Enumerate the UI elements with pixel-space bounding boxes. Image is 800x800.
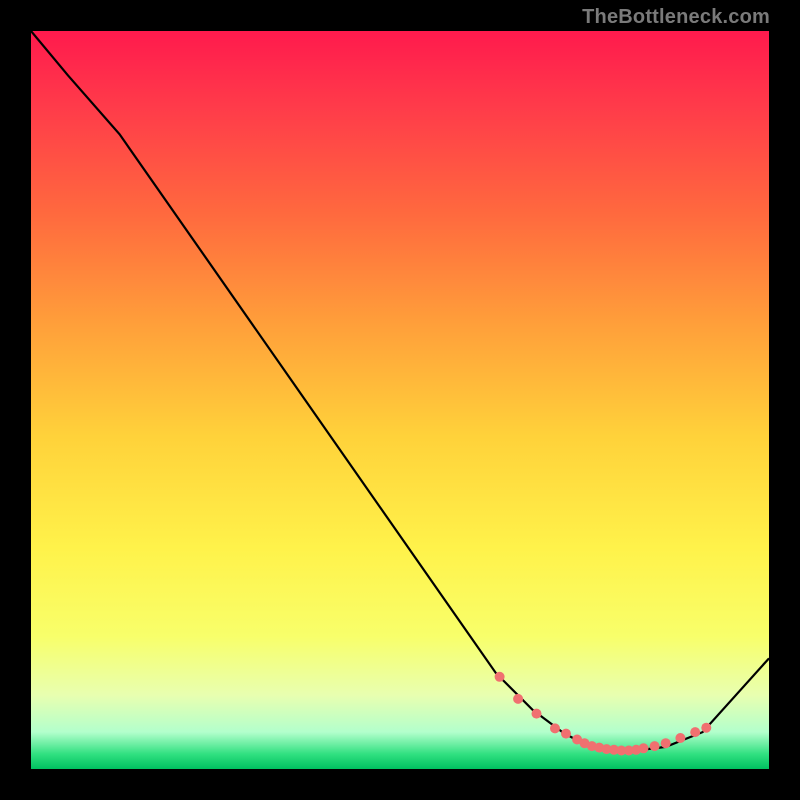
curve-marker [701,723,711,733]
curve-marker [639,743,649,753]
chart-overlay [31,31,769,769]
curve-marker [661,738,671,748]
attribution-text: TheBottleneck.com [582,6,770,29]
curve-marker [690,727,700,737]
curve-marker [650,741,660,751]
curve-marker [550,723,560,733]
curve-markers [495,672,712,756]
bottleneck-curve [31,31,769,751]
curve-marker [561,729,571,739]
curve-marker [532,709,542,719]
curve-marker [675,733,685,743]
chart-frame: TheBottleneck.com [0,0,800,800]
curve-marker [495,672,505,682]
curve-marker [513,694,523,704]
